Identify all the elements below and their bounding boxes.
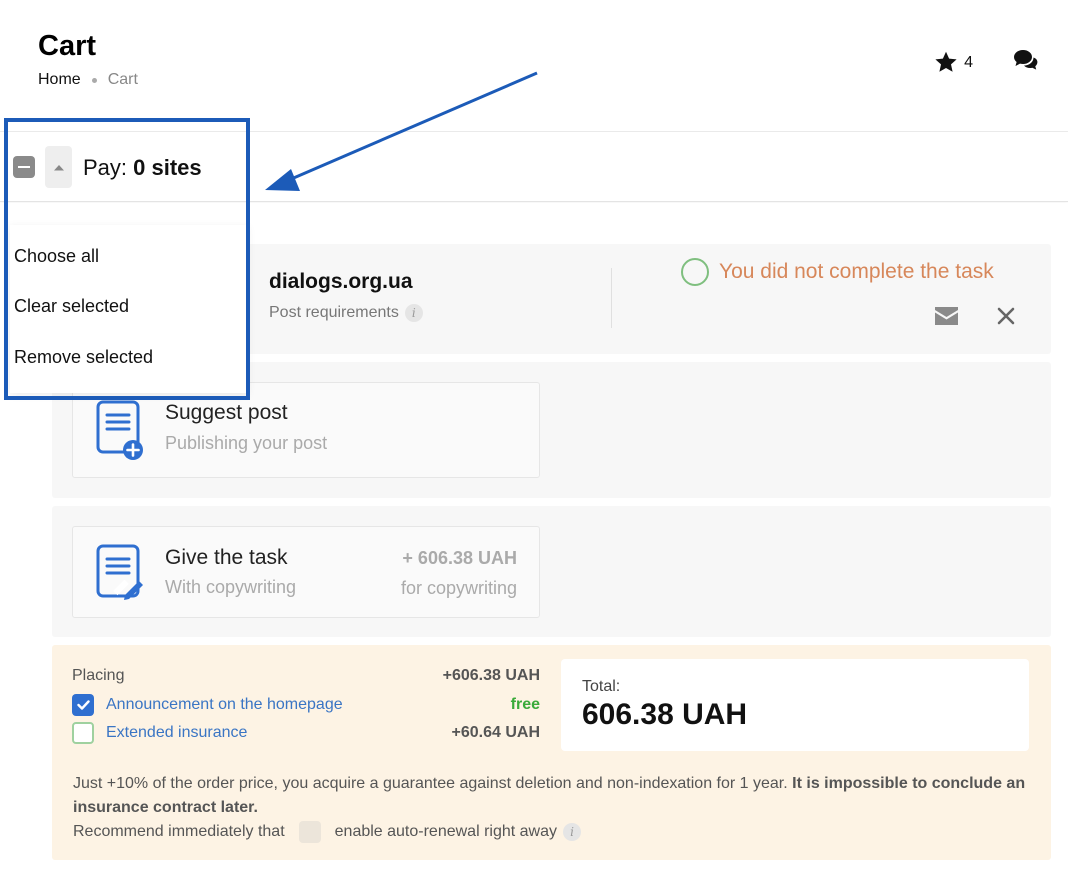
- clear-selected-item[interactable]: Clear selected: [14, 296, 129, 317]
- pay-label-prefix: Pay:: [83, 155, 128, 180]
- give-task-price-note: for copywriting: [400, 578, 517, 598]
- post-requirements-label: Post requirements: [269, 304, 399, 321]
- chat-button[interactable]: [1013, 49, 1038, 76]
- recommend-suffix: enable auto-renewal right away: [334, 823, 557, 840]
- placing-value: +606.38 UAH: [442, 667, 540, 684]
- insurance-label[interactable]: Extended insurance: [106, 724, 247, 742]
- placing-label: Placing: [72, 667, 125, 684]
- post-requirements[interactable]: Post requirements i: [269, 304, 423, 322]
- checkmark-icon: [76, 700, 90, 710]
- close-icon[interactable]: [996, 306, 1016, 326]
- announcement-checkbox[interactable]: [72, 694, 94, 716]
- announcement-row: Announcement on the homepage free: [72, 692, 540, 718]
- auto-renewal-checkbox[interactable]: [298, 821, 321, 843]
- header-actions: 4: [934, 49, 1038, 76]
- page-title: Cart: [38, 30, 97, 62]
- task-status: You did not complete the task: [681, 258, 994, 286]
- favorites-count: 4: [964, 53, 973, 71]
- minus-checkbox-icon: [18, 166, 30, 168]
- bulk-actions-dropdown: Choose all Clear selected Remove selecte…: [10, 225, 248, 393]
- pay-label: Pay: 0 sites: [83, 155, 202, 181]
- give-task-option[interactable]: Give the task With copywriting + 606.38 …: [72, 526, 540, 618]
- choose-all-item[interactable]: Choose all: [14, 246, 99, 267]
- remove-selected-item[interactable]: Remove selected: [14, 347, 153, 368]
- insurance-row: Extended insurance +60.64 UAH: [72, 720, 540, 746]
- document-pen-icon: [96, 544, 143, 600]
- dropdown-toggle-button[interactable]: [45, 146, 72, 188]
- total-box: Total: 606.38 UAH: [561, 659, 1029, 751]
- breadcrumb-separator: [91, 77, 97, 83]
- insurance-value: +60.64 UAH: [451, 724, 541, 741]
- favorites-button[interactable]: 4: [934, 51, 973, 74]
- circle-icon: [681, 258, 709, 286]
- suggest-post-title: Suggest post: [165, 401, 288, 424]
- breadcrumb-home[interactable]: Home: [38, 71, 81, 89]
- announcement-value: free: [510, 696, 540, 713]
- recommend-prefix: Recommend immediately that: [73, 823, 285, 840]
- give-task-title: Give the task: [165, 546, 288, 569]
- insurance-checkbox[interactable]: [72, 722, 94, 744]
- insurance-note: Just +10% of the order price, you acquir…: [73, 772, 1033, 820]
- suggest-post-option[interactable]: Suggest post Publishing your post: [72, 382, 540, 478]
- announcement-label[interactable]: Announcement on the homepage: [106, 696, 343, 714]
- give-task-subtitle: With copywriting: [165, 577, 297, 597]
- caret-up-icon: [53, 164, 64, 170]
- auto-renewal-row: Recommend immediately that enable auto-r…: [73, 821, 581, 843]
- annotation-arrow-icon: [265, 71, 538, 191]
- site-card-divider: [611, 268, 612, 328]
- suggest-post-subtitle: Publishing your post: [165, 433, 328, 453]
- total-value: 606.38 UAH: [582, 698, 748, 731]
- document-plus-icon: [96, 400, 143, 460]
- breadcrumb: Home Cart: [38, 71, 138, 89]
- give-task-price: + 606.38 UAH: [402, 548, 517, 568]
- chat-bubbles-icon: [1014, 50, 1038, 70]
- task-status-text: You did not complete the task: [719, 260, 994, 283]
- envelope-icon[interactable]: [935, 307, 958, 325]
- info-icon[interactable]: i: [563, 823, 581, 841]
- insurance-note-text: Just +10% of the order price, you acquir…: [73, 775, 788, 792]
- star-icon: [935, 51, 957, 72]
- info-icon[interactable]: i: [404, 304, 423, 322]
- placing-row: Placing +606.38 UAH: [72, 663, 540, 689]
- breadcrumb-current: Cart: [107, 71, 138, 88]
- select-all-checkbox[interactable]: [13, 156, 35, 178]
- total-label: Total:: [582, 678, 621, 695]
- pay-label-count: 0 sites: [133, 155, 202, 180]
- site-name[interactable]: dialogs.org.ua: [269, 270, 413, 294]
